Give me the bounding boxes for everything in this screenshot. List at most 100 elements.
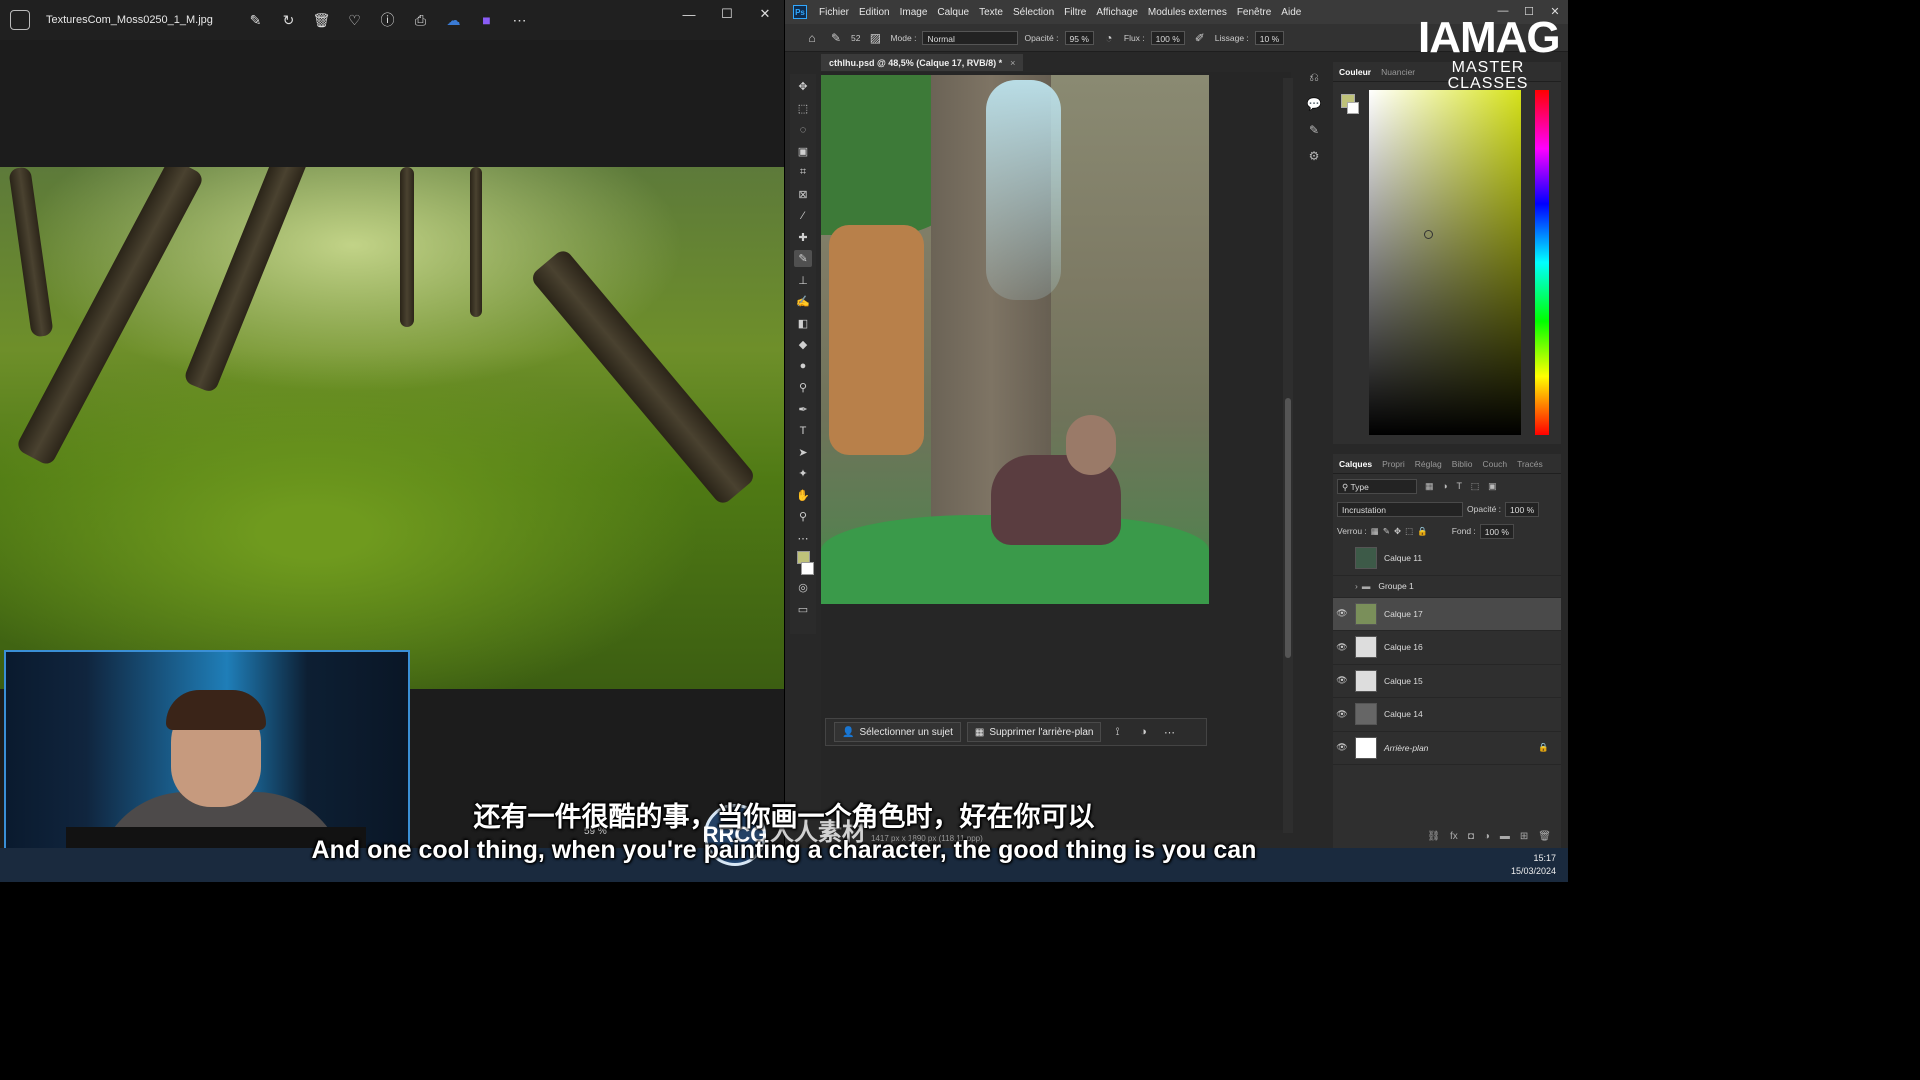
menu-calque[interactable]: Calque	[937, 7, 969, 18]
layer-row[interactable]: 👁 Calque 15	[1333, 665, 1561, 698]
dodge-tool-icon[interactable]: ⚲	[794, 379, 812, 396]
filter-pixel-icon[interactable]: ▦	[1425, 481, 1434, 491]
crop-tool-icon[interactable]: ⌗	[794, 164, 812, 181]
stamp-tool-icon[interactable]: ⊥	[794, 272, 812, 289]
layer-row[interactable]: 👁 Calque 14	[1333, 698, 1561, 732]
history-panel-icon[interactable]: ⎌	[1309, 70, 1319, 85]
artwork-canvas[interactable]	[821, 75, 1209, 604]
background-color-swatch[interactable]	[801, 561, 814, 575]
filter-adjustment-icon[interactable]: ◑	[1442, 481, 1447, 491]
path-select-tool-icon[interactable]: ➤	[794, 444, 812, 461]
brush-settings-icon[interactable]: ▨	[866, 31, 884, 45]
shape-tool-icon[interactable]: ✦	[794, 465, 812, 482]
rotate-icon[interactable]: ↻	[279, 11, 298, 30]
eye-icon[interactable]: 👁	[1333, 675, 1351, 686]
frame-tool-icon[interactable]: ⊠	[794, 186, 812, 203]
mode-select[interactable]: Normal	[922, 30, 1019, 45]
document-tab[interactable]: cthlhu.psd @ 48,5% (Calque 17, RVB/8) * …	[821, 54, 1024, 71]
document-close-icon[interactable]: ×	[1010, 58, 1015, 68]
minimize-button[interactable]: —	[670, 0, 708, 28]
print-icon[interactable]: ⎙	[411, 11, 430, 30]
brush-size-readout[interactable]: 52	[851, 33, 860, 43]
history-brush-tool-icon[interactable]: ✍	[794, 293, 812, 310]
menu-modules-externes[interactable]: Modules externes	[1148, 7, 1227, 18]
flow-field[interactable]: 100 %	[1150, 30, 1185, 45]
opacity-field[interactable]: 95 %	[1064, 30, 1094, 45]
favorite-icon[interactable]: ♡	[345, 11, 364, 30]
layer-row[interactable]: Calque 11	[1333, 542, 1561, 576]
menu-affichage[interactable]: Affichage	[1096, 7, 1138, 18]
menu-image[interactable]: Image	[900, 7, 928, 18]
screen-mode-icon[interactable]: ▭	[794, 601, 812, 618]
edit-icon[interactable]: ✎	[246, 11, 265, 30]
info-icon[interactable]: ⓘ	[378, 11, 397, 30]
eyedropper-tool-icon[interactable]: ⁄	[794, 207, 812, 224]
healing-tool-icon[interactable]: ✚	[794, 229, 812, 246]
remove-background-button[interactable]: ▦ Supprimer l'arrière-plan	[966, 722, 1102, 742]
lasso-tool-icon[interactable]: ◌	[794, 121, 812, 138]
menu-filtre[interactable]: Filtre	[1064, 7, 1086, 18]
transform-icon[interactable]: ⟟	[1107, 726, 1127, 739]
blend-mode-select[interactable]: Incrustation	[1337, 501, 1463, 517]
menu-edition[interactable]: Edition	[859, 7, 890, 18]
adjustment-icon[interactable]: ◑	[1133, 726, 1153, 738]
tab-nuancier[interactable]: Nuancier	[1381, 67, 1415, 77]
lock-all-icon[interactable]: 🔒	[1417, 526, 1428, 537]
tab-traces[interactable]: Tracés	[1517, 459, 1543, 469]
color-panel-background-swatch[interactable]	[1347, 102, 1359, 114]
fill-field[interactable]: 100 %	[1479, 523, 1514, 539]
lock-transparency-icon[interactable]: ▦	[1371, 526, 1379, 537]
maximize-button[interactable]: ☐	[708, 0, 746, 28]
layer-row-background[interactable]: 👁 Arrière-plan 🔒	[1333, 732, 1561, 765]
tab-couleur[interactable]: Couleur	[1339, 67, 1371, 77]
eye-icon[interactable]: 👁	[1333, 709, 1351, 720]
menu-fichier[interactable]: Fichier	[819, 7, 849, 18]
tab-bibliotheques[interactable]: Biblio	[1452, 459, 1473, 469]
layer-row-selected[interactable]: 👁 Calque 17	[1333, 597, 1561, 631]
chevron-right-icon[interactable]: ›	[1355, 581, 1358, 591]
lock-artboard-icon[interactable]: ⬚	[1405, 526, 1413, 537]
tab-calques[interactable]: Calques	[1339, 459, 1372, 469]
eye-icon[interactable]: 👁	[1333, 608, 1351, 619]
lock-position-icon[interactable]: ✥	[1394, 526, 1401, 537]
tab-reglages[interactable]: Réglag	[1415, 459, 1442, 469]
paint-bucket-tool-icon[interactable]: ◆	[794, 336, 812, 353]
filter-shape-icon[interactable]: ⬚	[1471, 481, 1480, 491]
filter-smart-icon[interactable]: ▣	[1488, 481, 1497, 491]
marquee-tool-icon[interactable]: ⬚	[794, 100, 812, 117]
select-subject-button[interactable]: 👤 Sélectionner un sujet	[834, 722, 961, 742]
layer-filter-select[interactable]: ⚲ Type	[1337, 478, 1417, 494]
eraser-tool-icon[interactable]: ◧	[794, 315, 812, 332]
close-button[interactable]: ✕	[746, 0, 784, 28]
more-tools-icon[interactable]: ⋯	[794, 530, 812, 547]
move-tool-icon[interactable]: ✥	[794, 78, 812, 95]
menu-aide[interactable]: Aide	[1281, 7, 1301, 18]
pen-tool-icon[interactable]: ✒	[794, 401, 812, 418]
saturation-brightness-field[interactable]	[1369, 90, 1521, 435]
smoothing-field[interactable]: 10 %	[1254, 30, 1285, 45]
tab-couches[interactable]: Couch	[1483, 459, 1508, 469]
filter-type-icon[interactable]: T	[1457, 481, 1463, 491]
brush-tool-icon[interactable]: ✎	[794, 250, 812, 267]
eye-icon[interactable]: 👁	[1333, 642, 1351, 653]
hand-tool-icon[interactable]: ✋	[794, 487, 812, 504]
canvas-vertical-scrollbar[interactable]	[1283, 78, 1293, 833]
delete-icon[interactable]: 🗑	[312, 11, 331, 30]
tab-proprietes[interactable]: Propri	[1382, 459, 1405, 469]
hue-slider[interactable]	[1535, 90, 1549, 435]
clipchamp-icon[interactable]: ■	[477, 11, 496, 30]
pressure-opacity-icon[interactable]: ◔	[1100, 31, 1118, 45]
eye-icon[interactable]: 👁	[1333, 742, 1351, 753]
menu-texte[interactable]: Texte	[979, 7, 1003, 18]
type-tool-icon[interactable]: T	[794, 422, 812, 439]
zoom-tool-icon[interactable]: ⚲	[794, 508, 812, 525]
layer-row[interactable]: 👁 Calque 16	[1333, 631, 1561, 665]
airbrush-icon[interactable]: ✐	[1191, 31, 1209, 45]
onedrive-icon[interactable]: ☁	[444, 11, 463, 30]
brush-panel-icon[interactable]: ✎	[1309, 123, 1319, 137]
menu-fenetre[interactable]: Fenêtre	[1237, 7, 1271, 18]
brush-preset-icon[interactable]: ✎	[827, 31, 845, 45]
layer-opacity-field[interactable]: 100 %	[1505, 501, 1540, 517]
lock-pixels-icon[interactable]: ✎	[1383, 526, 1390, 537]
blur-tool-icon[interactable]: ●	[794, 358, 812, 375]
